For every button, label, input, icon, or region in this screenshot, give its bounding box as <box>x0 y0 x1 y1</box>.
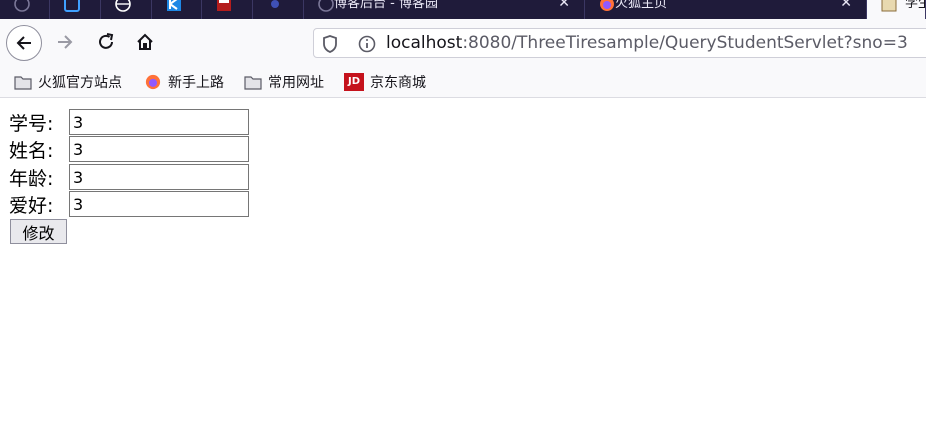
tab-firefox-home[interactable]: 火狐主页 ✕ <box>585 0 867 19</box>
address-bar[interactable]: localhost:8080/ThreeTiresample/QueryStud… <box>313 28 926 58</box>
url-text[interactable]: localhost:8080/ThreeTiresample/QueryStud… <box>386 32 908 54</box>
kanban-icon <box>167 0 181 11</box>
firefox-icon <box>145 74 161 90</box>
bookmark-common-sites[interactable]: 常用网址 <box>244 72 324 92</box>
form-row-student-id: 学号: <box>9 109 249 135</box>
github-icon <box>318 0 334 12</box>
field-label: 年龄: <box>9 167 54 190</box>
form-row-hobby: 爱好: <box>9 191 249 217</box>
url-host: localhost <box>386 33 463 53</box>
url-path: :8080/ThreeTiresample/QueryStudentServle… <box>462 33 908 53</box>
home-button[interactable] <box>129 26 161 58</box>
bookmark-label: 火狐官方站点 <box>38 75 122 91</box>
bookmark-firefox-site[interactable]: 火狐官方站点 <box>14 72 122 92</box>
hobby-input[interactable] <box>69 191 249 217</box>
field-label: 爱好: <box>9 194 54 217</box>
tab-blog-admin[interactable]: 博客后台 - 博客园 ✕ <box>304 0 585 19</box>
shield-icon[interactable] <box>322 35 338 53</box>
name-input[interactable] <box>69 136 249 162</box>
tab-3[interactable] <box>101 0 152 19</box>
tab-1[interactable] <box>0 0 50 19</box>
form-row-age: 年龄: <box>9 164 249 190</box>
pin-icon <box>271 0 279 8</box>
tab-2[interactable] <box>50 0 101 19</box>
bookmark-label: 新手上路 <box>168 75 224 91</box>
app-icon <box>64 0 80 12</box>
close-icon[interactable]: ✕ <box>840 0 852 13</box>
home-icon <box>137 33 153 50</box>
bookmark-jd[interactable]: JD 京东商城 <box>344 72 426 92</box>
jd-icon: JD <box>344 73 364 91</box>
field-label: 学号: <box>9 112 54 135</box>
form-row-name: 姓名: <box>9 136 249 162</box>
site-icon <box>217 0 231 11</box>
tab-strip: 博客后台 - 博客园 ✕ 火狐主页 ✕ 学生 <box>0 0 926 19</box>
back-button[interactable] <box>6 25 42 61</box>
modify-button[interactable]: 修改 <box>10 219 67 244</box>
github-icon <box>14 0 30 12</box>
bookmark-label: 常用网址 <box>268 75 324 91</box>
folder-icon <box>244 76 262 90</box>
page-icon <box>881 0 897 12</box>
arrow-left-icon <box>16 36 31 50</box>
tab-title: 火狐主页 <box>615 0 668 11</box>
age-input[interactable] <box>69 164 249 190</box>
student-id-input[interactable] <box>69 109 249 135</box>
bookmark-getting-started[interactable]: 新手上路 <box>144 72 224 92</box>
globe-icon <box>115 0 131 12</box>
forward-button[interactable] <box>49 26 81 58</box>
info-icon[interactable] <box>358 35 376 53</box>
tab-5[interactable] <box>202 0 253 19</box>
folder-icon <box>14 76 32 90</box>
bookmark-label: 京东商城 <box>370 75 426 91</box>
close-icon[interactable]: ✕ <box>558 0 570 13</box>
bookmarks-toolbar: 火狐官方站点 新手上路 常用网址 JD 京东商城 <box>0 65 926 98</box>
tab-student-active[interactable]: 学生 <box>867 0 926 19</box>
tab-4[interactable] <box>152 0 202 19</box>
firefox-icon <box>600 0 614 11</box>
nav-toolbar: localhost:8080/ThreeTiresample/QueryStud… <box>0 19 926 65</box>
tab-6[interactable] <box>253 0 304 19</box>
field-label: 姓名: <box>9 139 54 162</box>
tab-title: 学生 <box>905 0 925 11</box>
arrow-right-icon <box>58 35 73 49</box>
page-content: 学号: 姓名: 年龄: 爱好: 修改 <box>0 99 926 438</box>
reload-icon <box>99 33 114 49</box>
tab-title: 博客后台 - 博客园 <box>334 0 438 11</box>
reload-button[interactable] <box>90 26 122 58</box>
